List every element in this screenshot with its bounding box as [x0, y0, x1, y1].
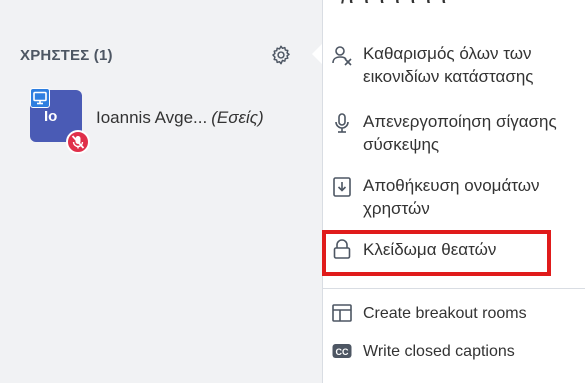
users-header: ΧΡΗΣΤΕΣ (1): [20, 44, 310, 68]
user-name: Ioannis Avge... (Εσείς): [96, 108, 264, 128]
avatar-initials: Io: [44, 108, 58, 125]
user-you-label: (Εσείς): [211, 108, 264, 127]
menu-item-create-breakout-rooms[interactable]: Create breakout rooms: [323, 302, 585, 330]
users-panel: ΧΡΗΣΤΕΣ (1) Io Ioannis Avge... (Εσείς): [0, 0, 322, 383]
menu-item-label: Write closed captions: [363, 343, 515, 360]
breakout-rooms-icon: [331, 302, 353, 324]
user-options-menu: /ι ι ι ι ι ι ι Καθαρισμός όλων των εικον…: [322, 0, 585, 383]
svg-text:CC: CC: [336, 347, 349, 357]
presenter-icon: [30, 88, 50, 108]
menu-item-label: Αποθήκευση ονομάτων χρηστών: [363, 176, 540, 218]
save-download-icon: [331, 176, 353, 198]
menu-item-unmute-meeting[interactable]: Απενεργοποίηση σίγασης σύσκεψης: [323, 110, 585, 160]
menu-pointer: [312, 44, 322, 64]
microphone-icon: [331, 112, 353, 134]
menu-item-label: Καθαρισμός όλων των εικονιδίων κατάσταση…: [363, 44, 534, 86]
menu-item-save-usernames[interactable]: Αποθήκευση ονομάτων χρηστών: [323, 174, 585, 224]
user-list-item[interactable]: Io Ioannis Avge... (Εσείς): [30, 88, 315, 154]
users-title: ΧΡΗΣΤΕΣ (1): [20, 47, 113, 64]
partial-top-text: /ι ι ι ι ι ι ι: [341, 0, 449, 8]
menu-divider: [323, 288, 585, 289]
user-name-text: Ioannis Avge...: [96, 108, 208, 127]
menu-item-clear-status[interactable]: Καθαρισμός όλων των εικονιδίων κατάσταση…: [323, 42, 585, 92]
clear-status-icon: [331, 44, 353, 66]
closed-captions-icon: CC: [331, 340, 353, 362]
menu-item-label: Απενεργοποίηση σίγασης σύσκεψης: [363, 112, 557, 154]
gear-icon[interactable]: [270, 44, 292, 66]
avatar: Io: [30, 88, 90, 154]
menu-item-label: Create breakout rooms: [363, 305, 527, 322]
menu-item-closed-captions[interactable]: CC Write closed captions: [323, 340, 585, 368]
highlight-box: [322, 230, 551, 276]
microphone-muted-icon: [66, 130, 90, 154]
